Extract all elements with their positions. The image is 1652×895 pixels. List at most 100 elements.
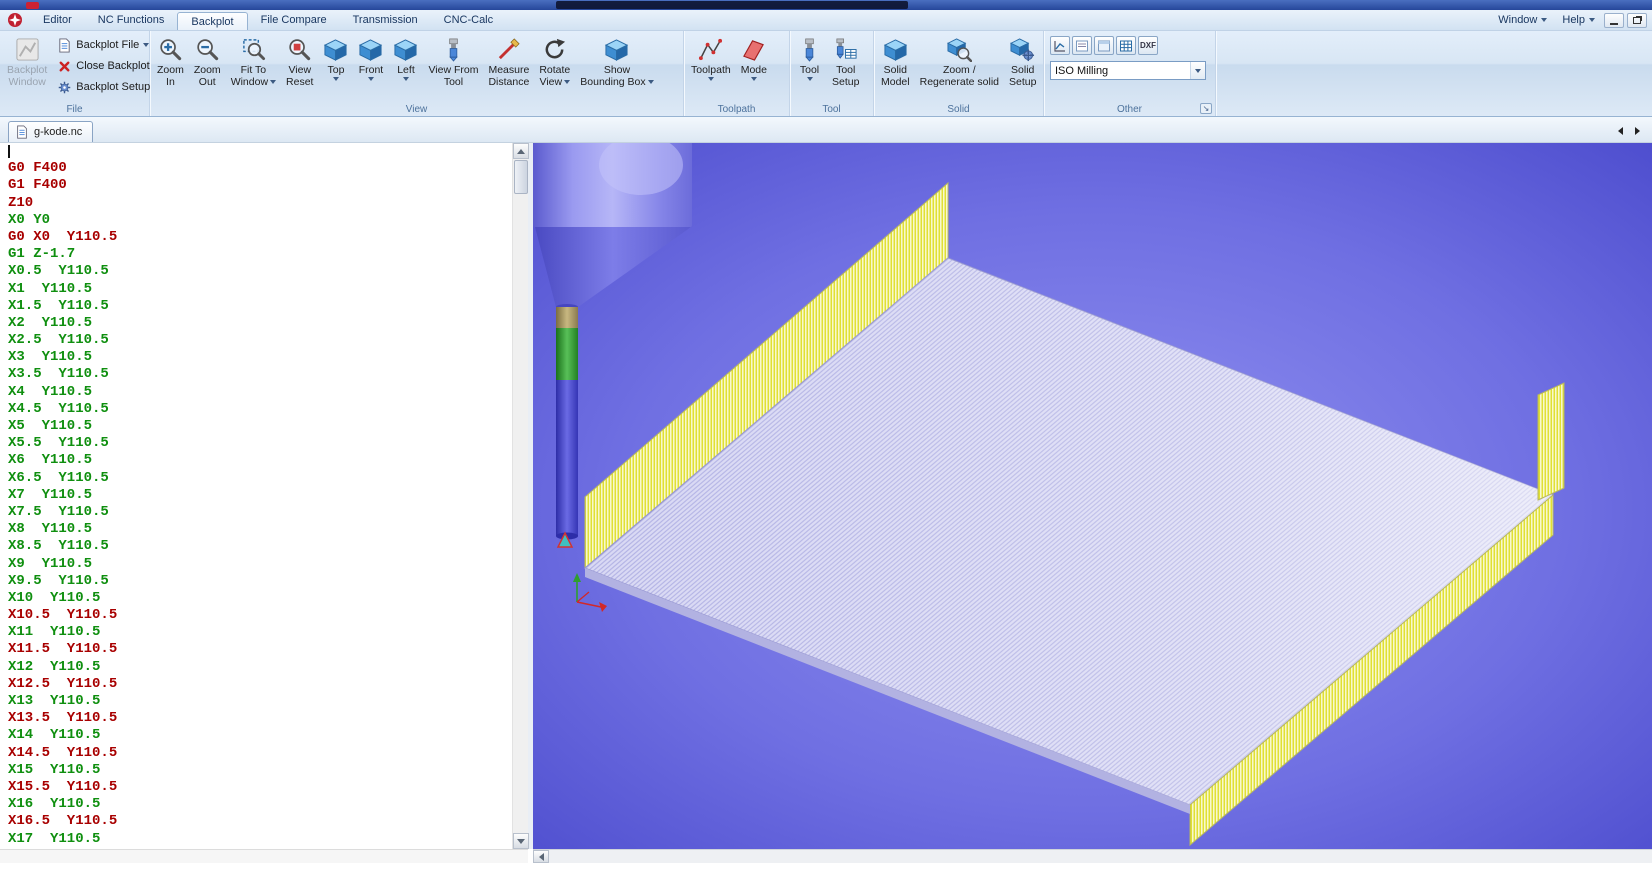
gcode-line[interactable]: G0 F400 <box>0 160 512 177</box>
gcode-line[interactable]: X10 Y110.5 <box>0 590 512 607</box>
measure-distance-button[interactable]: Measure Distance <box>483 33 534 89</box>
gcode-line[interactable]: G1 F400 <box>0 177 512 194</box>
gcode-line[interactable]: X0 Y0 <box>0 212 512 229</box>
minimize-button[interactable] <box>1604 12 1624 28</box>
gcode-line[interactable]: X1.5 Y110.5 <box>0 298 512 315</box>
restore-button[interactable] <box>1627 12 1647 28</box>
rotate-view-button[interactable]: Rotate View <box>534 33 575 89</box>
gcode-line[interactable]: X1 Y110.5 <box>0 281 512 298</box>
info-toggle-button[interactable] <box>1072 36 1092 55</box>
gcode-line[interactable]: X3 Y110.5 <box>0 349 512 366</box>
dialog-launcher-button[interactable]: ↘ <box>1200 103 1212 114</box>
gcode-line[interactable]: G1 Z-1.7 <box>0 246 512 263</box>
ribbon-tab[interactable]: CNC-Calc <box>431 10 507 30</box>
gcode-line[interactable]: X6.5 Y110.5 <box>0 470 512 487</box>
mode-button[interactable]: Mode <box>736 33 772 82</box>
left-arrow-icon <box>1617 127 1623 135</box>
gcode-line[interactable]: X7.5 Y110.5 <box>0 504 512 521</box>
view-reset-button[interactable]: View Reset <box>281 33 318 89</box>
gcode-line[interactable]: X4 Y110.5 <box>0 384 512 401</box>
gcode-line[interactable]: X2.5 Y110.5 <box>0 332 512 349</box>
backplot-setup-button[interactable]: Backplot Setup <box>52 77 155 97</box>
fit-to-window-button[interactable]: Fit To Window <box>226 33 281 89</box>
machine-type-dropdown[interactable]: ISO Milling <box>1050 61 1206 80</box>
ribbon-tab[interactable]: File Compare <box>248 10 340 30</box>
gcode-line[interactable]: G0 X0 Y110.5 <box>0 229 512 246</box>
editor-horizontal-scrollbar[interactable] <box>0 849 528 863</box>
window-menu[interactable]: Window <box>1492 14 1553 26</box>
scroll-left-button[interactable] <box>533 850 549 863</box>
gcode-line[interactable]: X13.5 Y110.5 <box>0 710 512 727</box>
gcode-line[interactable]: X4.5 Y110.5 <box>0 401 512 418</box>
gcode-line[interactable]: X10.5 Y110.5 <box>0 607 512 624</box>
gcode-line[interactable]: X8 Y110.5 <box>0 521 512 538</box>
front-view-button[interactable]: Front <box>353 33 388 82</box>
dxf-button[interactable]: DXF <box>1138 36 1158 55</box>
gcode-line[interactable]: X9.5 Y110.5 <box>0 573 512 590</box>
dropdown-button[interactable] <box>1190 62 1205 79</box>
tool-button[interactable]: Tool <box>792 33 827 82</box>
button-label: Zoom / <box>942 64 976 76</box>
gcode-line-text: Z10 <box>8 194 34 211</box>
gcode-editor[interactable]: G0 F400 G1 F400 Z10 X0 Y0 G0 X0 Y110.5 G… <box>0 143 512 849</box>
ribbon-tab[interactable]: Backplot <box>177 12 248 30</box>
file-group-stack: Backplot File Close Backplot Backplot Se… <box>52 33 155 97</box>
gcode-line[interactable]: X15 Y110.5 <box>0 762 512 779</box>
solid-model-button[interactable]: Solid Model <box>876 33 915 89</box>
left-view-button[interactable]: Left <box>388 33 423 82</box>
tool-group-content: Tool Tool Setup <box>792 33 871 102</box>
gcode-line[interactable]: X12.5 Y110.5 <box>0 676 512 693</box>
gcode-line[interactable]: X11.5 Y110.5 <box>0 641 512 658</box>
ribbon-tab[interactable]: NC Functions <box>85 10 178 30</box>
gcode-line[interactable]: X0.5 Y110.5 <box>0 263 512 280</box>
gcode-line[interactable]: X2 Y110.5 <box>0 315 512 332</box>
zoom-regenerate-solid-button[interactable]: Zoom / Regenerate solid <box>915 33 1004 89</box>
grid-toggle-button[interactable] <box>1116 36 1136 55</box>
gcode-line[interactable]: X15.5 Y110.5 <box>0 779 512 796</box>
ribbon-group-label: Solid <box>947 104 970 115</box>
gcode-line[interactable]: X8.5 Y110.5 <box>0 538 512 555</box>
show-bounding-box-button[interactable]: Show Bounding Box <box>575 33 658 89</box>
backplot-file-button[interactable]: Backplot File <box>52 35 155 55</box>
document-tab[interactable]: g-kode.nc <box>8 121 94 142</box>
scroll-up-button[interactable] <box>513 143 529 159</box>
gcode-line[interactable]: X16 Y110.5 <box>0 796 512 813</box>
solid-setup-button[interactable]: Solid Setup <box>1004 33 1041 89</box>
zoom-in-button[interactable]: Zoom In <box>152 33 189 89</box>
tool-setup-icon <box>833 37 858 62</box>
gcode-line[interactable]: X5.5 Y110.5 <box>0 435 512 452</box>
help-menu[interactable]: Help <box>1556 14 1601 26</box>
zoom-out-button[interactable]: Zoom Out <box>189 33 226 89</box>
ribbon-tab[interactable]: Transmission <box>340 10 431 30</box>
gcode-line[interactable]: X5 Y110.5 <box>0 418 512 435</box>
viewport-horizontal-scrollbar[interactable] <box>533 849 1652 863</box>
view-from-tool-button[interactable]: View From Tool <box>423 33 483 89</box>
ribbon-tab[interactable]: Editor <box>30 10 85 30</box>
scroll-down-button[interactable] <box>513 833 529 849</box>
gcode-line[interactable]: X6 Y110.5 <box>0 452 512 469</box>
tool-setup-button[interactable]: Tool Setup <box>827 33 864 89</box>
window-toggle-button[interactable] <box>1094 36 1114 55</box>
gcode-line[interactable]: X7 Y110.5 <box>0 487 512 504</box>
plot-toggle-button[interactable] <box>1050 36 1070 55</box>
tab-scroll-right-button[interactable] <box>1630 124 1644 138</box>
gcode-line[interactable]: X3.5 Y110.5 <box>0 366 512 383</box>
backplot-window-button[interactable]: Backplot Window <box>2 33 52 89</box>
top-view-button[interactable]: Top <box>318 33 353 82</box>
gcode-line[interactable]: X14 Y110.5 <box>0 727 512 744</box>
gcode-line[interactable]: X17 Y110.5 <box>0 831 512 848</box>
app-menu-icon[interactable] <box>0 10 30 30</box>
scrollbar-thumb[interactable] <box>514 160 528 194</box>
editor-vertical-scrollbar[interactable] <box>512 143 529 849</box>
gcode-line[interactable]: X13 Y110.5 <box>0 693 512 710</box>
gcode-line[interactable]: X16.5 Y110.5 <box>0 813 512 830</box>
backplot-3d-view[interactable] <box>533 143 1652 849</box>
gcode-line[interactable]: X11 Y110.5 <box>0 624 512 641</box>
gcode-line[interactable]: Z10 <box>0 195 512 212</box>
tab-scroll-left-button[interactable] <box>1613 124 1627 138</box>
gcode-line[interactable]: X14.5 Y110.5 <box>0 745 512 762</box>
gcode-line[interactable]: X9 Y110.5 <box>0 556 512 573</box>
gcode-line[interactable]: X12 Y110.5 <box>0 659 512 676</box>
toolpath-button[interactable]: Toolpath <box>686 33 736 82</box>
close-backplot-button[interactable]: Close Backplot <box>52 56 155 76</box>
